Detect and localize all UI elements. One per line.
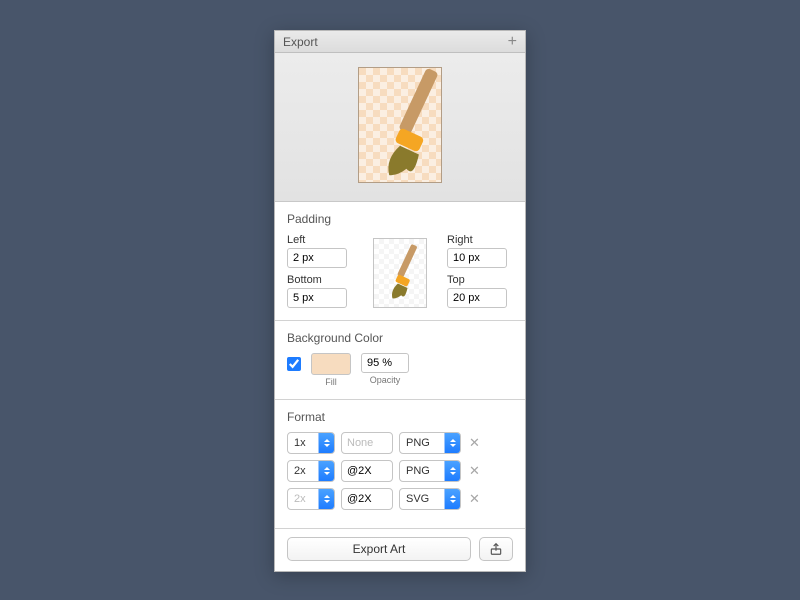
background-title: Background Color (287, 331, 513, 345)
padding-title: Padding (287, 212, 513, 226)
titlebar: Export + (275, 31, 525, 53)
chevron-updown-icon (318, 461, 334, 481)
opacity-input[interactable] (361, 353, 409, 373)
padding-top-input[interactable] (447, 288, 507, 308)
padding-section: Padding Left Right Bottom (275, 202, 525, 321)
paintbrush-icon (376, 241, 432, 307)
format-row: 2x PNG ✕ (287, 460, 513, 482)
opacity-label: Opacity (370, 375, 401, 385)
panel-title: Export (283, 35, 318, 49)
chevron-updown-icon (318, 489, 334, 509)
background-enable-checkbox[interactable] (287, 357, 301, 371)
chevron-updown-icon (444, 489, 460, 509)
share-button[interactable] (479, 537, 513, 561)
padding-bottom-label: Bottom (287, 274, 353, 286)
remove-row-icon[interactable]: ✕ (467, 435, 482, 451)
padding-left-label: Left (287, 234, 353, 246)
paintbrush-icon (367, 62, 457, 192)
scale-select[interactable]: 2x (287, 488, 335, 510)
scale-select[interactable]: 1x (287, 432, 335, 454)
suffix-input[interactable] (341, 460, 393, 482)
format-row: 1x PNG ✕ (287, 432, 513, 454)
filetype-select[interactable]: PNG (399, 460, 461, 482)
share-icon (489, 542, 503, 556)
add-icon[interactable]: + (508, 34, 517, 50)
filetype-select[interactable]: PNG (399, 432, 461, 454)
format-section: Format 1x PNG ✕ 2x PNG ✕ (275, 400, 525, 529)
padding-left-input[interactable] (287, 248, 347, 268)
chevron-updown-icon (444, 461, 460, 481)
background-section: Background Color Fill Opacity (275, 321, 525, 400)
filetype-select[interactable]: SVG (399, 488, 461, 510)
fill-swatch[interactable] (311, 353, 351, 375)
suffix-input[interactable] (341, 432, 393, 454)
export-panel: Export + Padding Left (274, 30, 526, 572)
suffix-input[interactable] (341, 488, 393, 510)
chevron-updown-icon (318, 433, 334, 453)
remove-row-icon[interactable]: ✕ (467, 463, 482, 479)
export-button[interactable]: Export Art (287, 537, 471, 561)
export-preview (358, 67, 442, 183)
padding-bottom-input[interactable] (287, 288, 347, 308)
format-title: Format (287, 410, 513, 424)
scale-select[interactable]: 2x (287, 460, 335, 482)
remove-row-icon[interactable]: ✕ (467, 491, 482, 507)
padding-preview (373, 238, 427, 308)
padding-top-label: Top (447, 274, 513, 286)
padding-right-label: Right (447, 234, 513, 246)
format-row: 2x SVG ✕ (287, 488, 513, 510)
padding-right-input[interactable] (447, 248, 507, 268)
fill-label: Fill (325, 377, 337, 387)
preview-area (275, 53, 525, 202)
chevron-updown-icon (444, 433, 460, 453)
footer: Export Art (275, 529, 525, 571)
